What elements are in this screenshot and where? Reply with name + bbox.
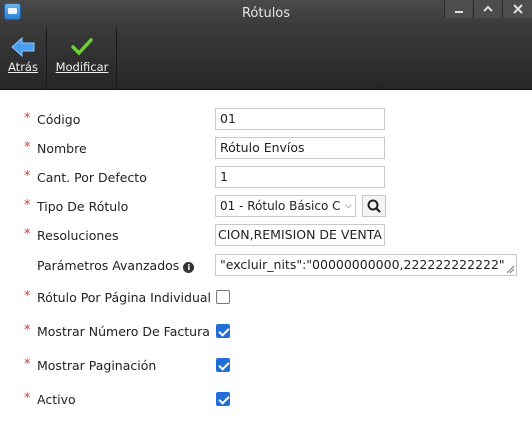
rotulo-pagina-label: Rótulo Por Página Individual — [37, 290, 212, 305]
tipo-rotulo-value: 01 - Rótulo Básico C — [220, 199, 341, 213]
activo-label: Activo — [37, 392, 76, 407]
required-marker: * — [24, 391, 31, 406]
parametros-textarea[interactable]: "excluir_nits":"00000000000,222222222222… — [215, 254, 517, 276]
info-icon[interactable]: i — [183, 262, 195, 273]
nombre-label: Nombre — [37, 141, 87, 156]
required-marker: * — [24, 169, 31, 184]
close-button[interactable] — [502, 0, 532, 18]
resoluciones-input[interactable]: CION,REMISION DE VENTA — [215, 224, 385, 246]
tipo-rotulo-select[interactable]: 01 - Rótulo Básico C ⌵ — [215, 195, 356, 217]
mostrar-factura-label: Mostrar Número De Factura — [37, 324, 210, 339]
modify-button[interactable]: Modificar — [48, 28, 117, 90]
mostrar-paginacion-checkbox[interactable] — [216, 358, 230, 372]
required-marker: * — [24, 227, 31, 242]
required-marker: * — [24, 289, 31, 304]
parametros-label: Parámetros Avanzados i — [37, 258, 195, 273]
title-bar: Rótulos — [0, 0, 532, 28]
arrow-left-icon — [11, 36, 35, 58]
minimize-button[interactable] — [444, 0, 472, 18]
codigo-label: Código — [37, 112, 81, 127]
search-button[interactable] — [362, 195, 386, 217]
required-marker: * — [24, 323, 31, 338]
codigo-input[interactable]: 01 — [215, 108, 385, 130]
chevron-up-icon — [482, 5, 493, 12]
parametros-label-text: Parámetros Avanzados — [37, 258, 180, 273]
nombre-input[interactable]: Rótulo Envíos — [215, 137, 385, 159]
back-label: Atrás — [8, 60, 38, 74]
form-panel: * Código 01 * Nombre Rótulo Envíos * Can… — [0, 91, 532, 427]
resize-grip-icon[interactable] — [505, 264, 515, 274]
parametros-value: "excluir_nits":"00000000000,222222222222… — [220, 257, 505, 272]
close-icon — [512, 4, 523, 14]
toolbar: Atrás Modificar — [0, 28, 532, 90]
mostrar-factura-checkbox[interactable] — [216, 324, 230, 338]
mostrar-paginacion-label: Mostrar Paginación — [37, 358, 157, 373]
required-marker: * — [24, 357, 31, 372]
activo-checkbox[interactable] — [216, 392, 230, 406]
checkmark-icon — [71, 38, 93, 56]
back-button[interactable]: Atrás — [0, 28, 47, 90]
tipo-rotulo-label: Tipo De Rótulo — [37, 199, 129, 214]
cant-defecto-label: Cant. Por Defecto — [37, 170, 147, 185]
required-marker: * — [24, 111, 31, 126]
chevron-down-icon: ⌵ — [345, 201, 352, 211]
modify-label: Modificar — [55, 60, 109, 74]
minimize-icon — [454, 11, 463, 13]
maximize-button[interactable] — [473, 0, 501, 18]
required-marker: * — [24, 198, 31, 213]
cant-defecto-input[interactable]: 1 — [215, 166, 385, 188]
required-marker: * — [24, 140, 31, 155]
search-icon — [367, 199, 381, 213]
resoluciones-label: Resoluciones — [37, 228, 119, 243]
rotulo-pagina-checkbox[interactable] — [216, 290, 230, 304]
